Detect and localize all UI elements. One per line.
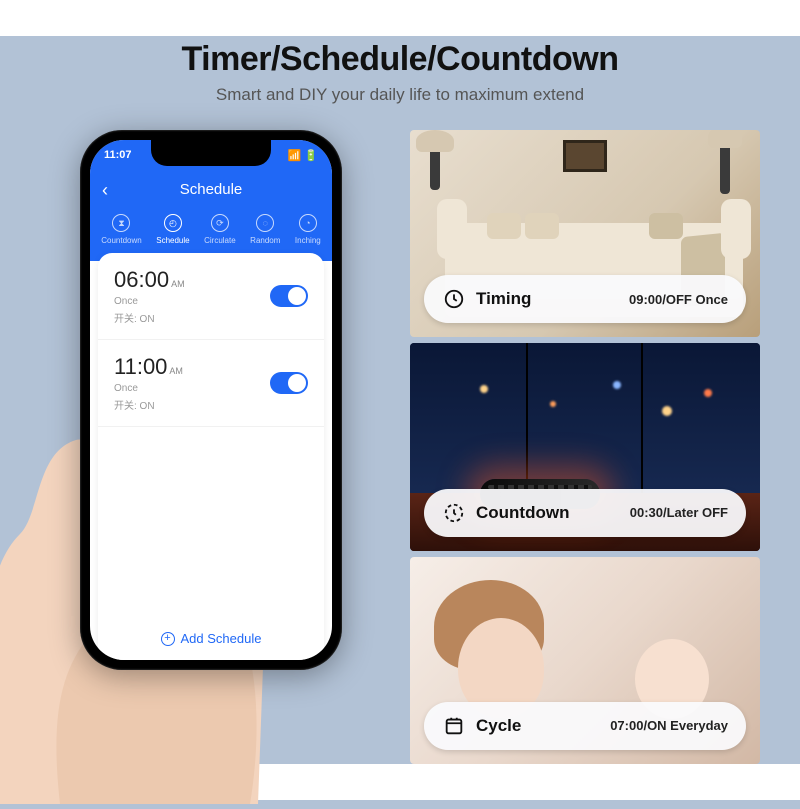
feature-pill-countdown: Countdown 00:30/Later OFF [424,489,746,537]
phone-screen: 11:07 📶 🔋 ‹ Schedule ⧗ Countdown ◴ Schedul… [90,140,332,660]
tab-random[interactable]: ◌ Random [250,214,280,245]
add-schedule-button[interactable]: + Add Schedule [98,617,324,660]
cushion-illustration [649,213,683,239]
letterbox-top [0,0,800,36]
hourglass-icon: ⧗ [112,214,130,232]
feature-pill-timing: Timing 09:00/OFF Once [424,275,746,323]
feature-value: 09:00/OFF Once [629,292,728,307]
back-icon[interactable]: ‹ [102,180,108,201]
tab-label: Inching [295,236,321,245]
tab-circulate[interactable]: ⟳ Circulate [204,214,236,245]
right-column: Timing 09:00/OFF Once Countdown 00:30/La… [410,130,800,764]
countdown-icon [442,501,466,525]
add-schedule-label: Add Schedule [181,631,262,646]
tab-countdown[interactable]: ⧗ Countdown [101,214,141,245]
tab-label: Schedule [156,236,189,245]
schedule-action: 开关: ON [114,310,185,325]
status-icons: 📶 🔋 [288,149,318,162]
schedule-ampm: AM [169,366,183,376]
circulate-icon: ⟳ [211,214,229,232]
schedule-repeat: Once [114,383,183,394]
cushion-illustration [487,213,521,239]
feature-label: Countdown [476,503,620,523]
feature-label: Timing [476,289,619,309]
schedule-toggle[interactable] [270,285,308,307]
schedule-card: 06:00AM Once 开关: ON 11:00AM Once 开关: ON [98,253,324,660]
bokeh-light [613,381,621,389]
painting-illustration [563,140,607,172]
topbar-title: Schedule [180,181,243,198]
schedule-row[interactable]: 11:00AM Once 开关: ON [98,340,324,427]
left-column: 11:07 📶 🔋 ‹ Schedule ⧗ Countdown ◴ Schedul… [0,130,410,764]
feature-pill-cycle: Cycle 07:00/ON Everyday [424,702,746,750]
feature-value: 00:30/Later OFF [630,505,728,520]
plus-icon: + [161,632,175,646]
scene-cycle: Cycle 07:00/ON Everyday [410,557,760,764]
inching-icon: ◔ [299,214,317,232]
schedule-time: 06:00 [114,267,169,293]
lamp-illustration [430,148,440,190]
bokeh-light [662,406,672,416]
schedule-row[interactable]: 06:00AM Once 开关: ON [98,253,324,340]
page-subtitle: Smart and DIY your daily life to maximum… [0,85,800,105]
header: Timer/Schedule/Countdown Smart and DIY y… [0,40,800,105]
cushion-illustration [525,213,559,239]
schedule-ampm: AM [171,279,185,289]
schedule-time: 11:00 [114,354,167,380]
phone-notch [151,140,271,166]
schedule-repeat: Once [114,296,185,307]
random-icon: ◌ [256,214,274,232]
tab-label: Random [250,236,280,245]
schedule-action: 开关: ON [114,397,183,412]
feature-label: Cycle [476,716,600,736]
tab-inching[interactable]: ◔ Inching [295,214,321,245]
scene-timing: Timing 09:00/OFF Once [410,130,760,337]
phone-frame: 11:07 📶 🔋 ‹ Schedule ⧗ Countdown ◴ Schedul… [80,130,342,670]
feature-value: 07:00/ON Everyday [610,718,728,733]
bokeh-light [480,385,488,393]
page-title: Timer/Schedule/Countdown [0,40,800,79]
tab-schedule[interactable]: ◴ Schedule [156,214,189,245]
lamp-illustration [720,144,730,194]
topbar: ‹ Schedule [90,170,332,208]
content-row: 11:07 📶 🔋 ‹ Schedule ⧗ Countdown ◴ Schedul… [0,130,800,764]
status-time: 11:07 [104,149,132,161]
tab-label: Circulate [204,236,236,245]
bokeh-light [704,389,712,397]
calendar-icon [442,714,466,738]
schedule-toggle[interactable] [270,372,308,394]
tab-label: Countdown [101,236,141,245]
clock-icon [442,287,466,311]
scene-countdown: Countdown 00:30/Later OFF [410,343,760,550]
clock-icon: ◴ [164,214,182,232]
